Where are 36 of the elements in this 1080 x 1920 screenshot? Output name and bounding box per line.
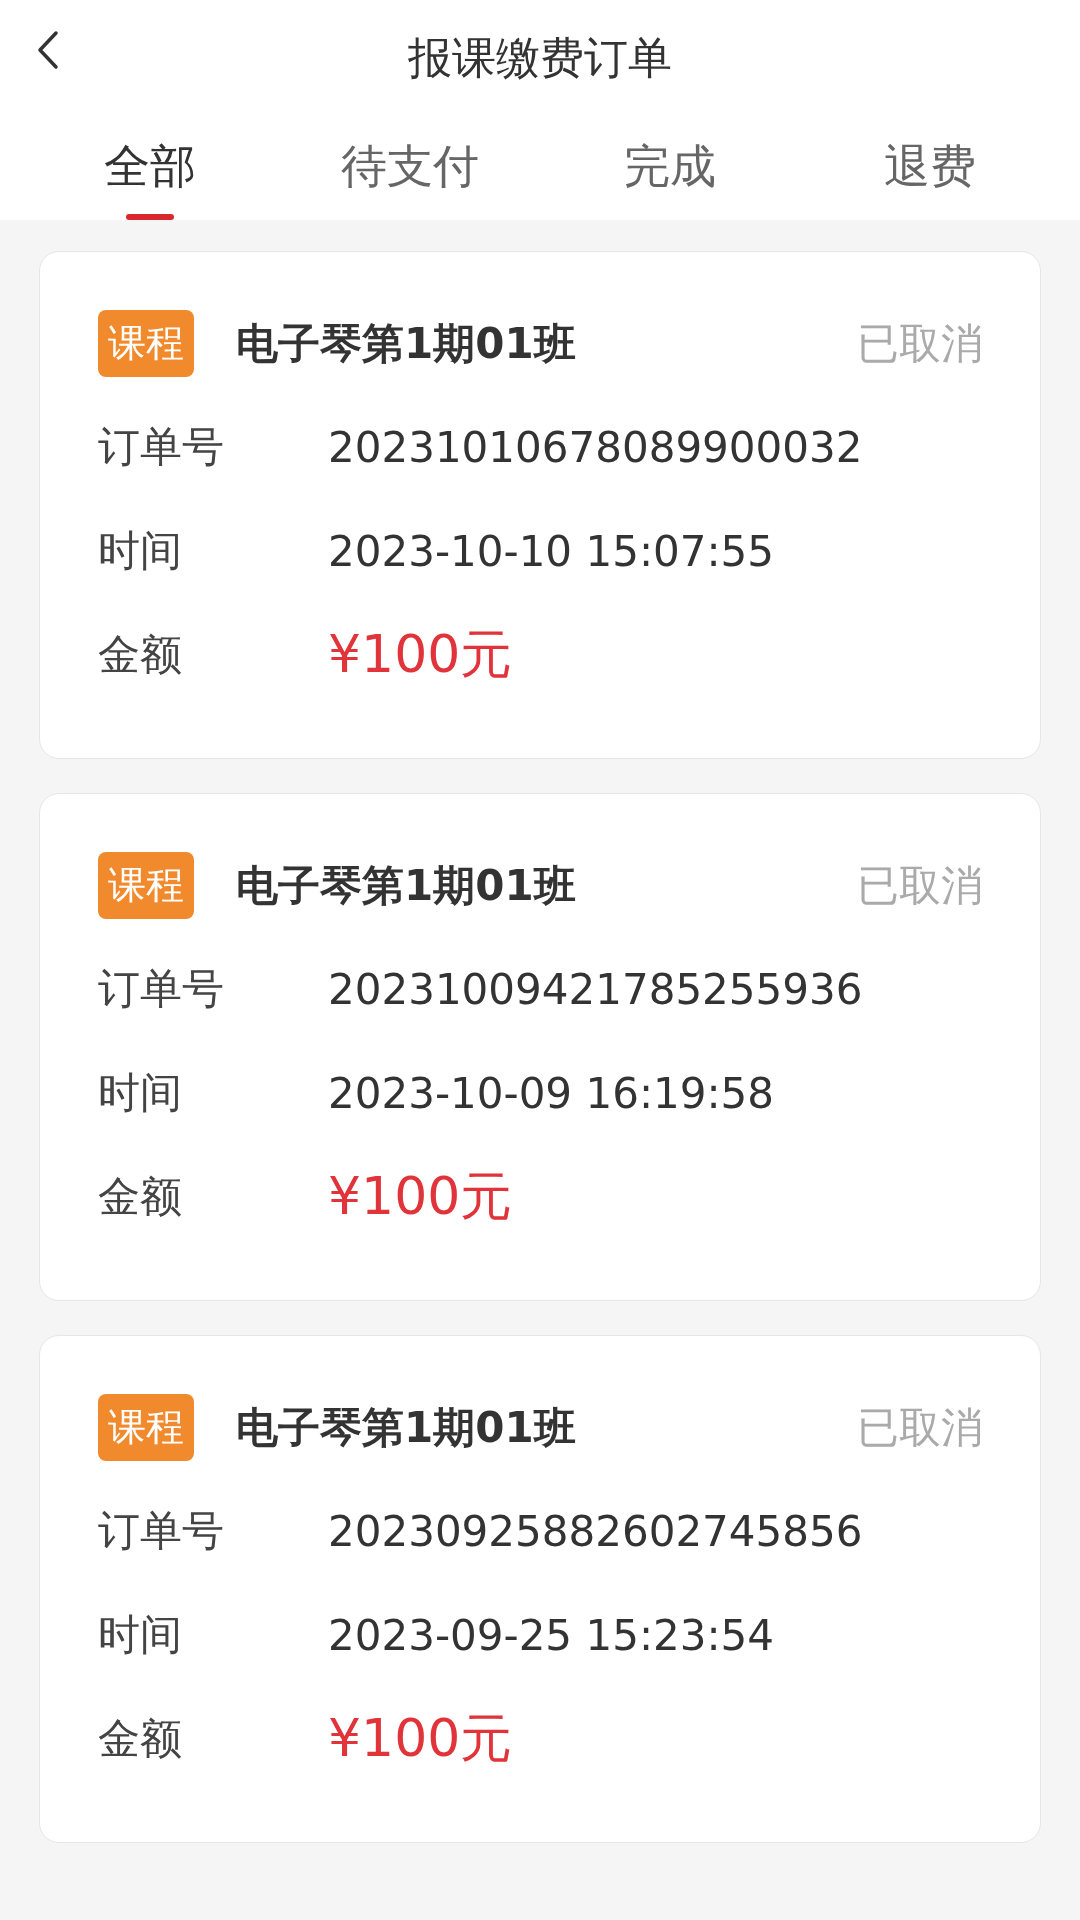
field-label: 订单号	[98, 1505, 225, 1557]
field-value: 20231009421785255936	[328, 964, 863, 1014]
field-label: 时间	[98, 1609, 183, 1661]
amount-value: ¥100元	[328, 623, 513, 686]
course-title: 电子琴第1期01班	[236, 1401, 577, 1454]
tab[interactable]: 全部	[20, 116, 280, 220]
order-card[interactable]: 课程 电子琴第1期01班 已取消 订单号 20231010678089900032 时间 2023-10-10 15:07:55 金额 ¥100元	[39, 251, 1041, 759]
field-label: 时间	[98, 525, 183, 577]
course-title: 电子琴第1期01班	[236, 317, 577, 370]
tab[interactable]: 完成	[540, 116, 800, 220]
amount-value: ¥100元	[328, 1165, 513, 1228]
order-card[interactable]: 课程 电子琴第1期01班 已取消 订单号 20230925882602745856 时间 2023-09-25 15:23:54 金额 ¥100元	[39, 1335, 1041, 1843]
page-title: 报课缴费订单	[408, 30, 672, 85]
field-value: 20230925882602745856	[328, 1506, 863, 1556]
field-label: 时间	[98, 1067, 183, 1119]
amount-label: 金额	[98, 1713, 183, 1765]
order-status: 已取消	[857, 1401, 983, 1454]
tab[interactable]: 待支付	[280, 116, 540, 220]
field-value: 2023-10-10 15:07:55	[328, 526, 775, 576]
course-tag: 课程	[98, 852, 194, 919]
tab[interactable]: 退费	[800, 116, 1060, 220]
field-value: 20231010678089900032	[328, 422, 863, 472]
field-label: 订单号	[98, 421, 225, 473]
back-icon[interactable]	[36, 30, 60, 70]
field-label: 订单号	[98, 963, 225, 1015]
amount-label: 金额	[98, 629, 183, 681]
amount-value: ¥100元	[328, 1707, 513, 1770]
course-tag: 课程	[98, 310, 194, 377]
course-title: 电子琴第1期01班	[236, 859, 577, 912]
order-card[interactable]: 课程 电子琴第1期01班 已取消 订单号 20231009421785255936 时间 2023-10-09 16:19:58 金额 ¥100元	[39, 793, 1041, 1301]
amount-label: 金额	[98, 1171, 183, 1223]
order-status: 已取消	[857, 317, 983, 370]
course-tag: 课程	[98, 1394, 194, 1461]
order-status: 已取消	[857, 859, 983, 912]
field-value: 2023-09-25 15:23:54	[328, 1610, 775, 1660]
field-value: 2023-10-09 16:19:58	[328, 1068, 775, 1118]
